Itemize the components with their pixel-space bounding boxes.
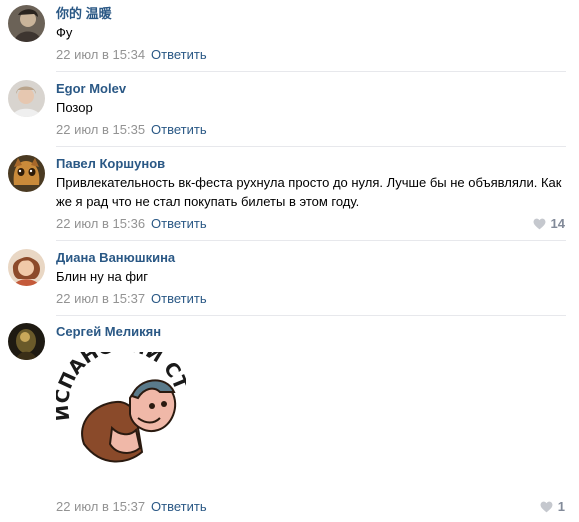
like-button[interactable]: 14 [533,216,565,232]
reply-button[interactable]: Ответить [151,499,207,514]
like-button[interactable]: 1 [540,499,565,515]
comment-author[interactable]: 你的 温暖 [56,6,112,22]
comment-meta: 22 июл в 15:35 Ответить [56,122,207,138]
sticker-image[interactable]: ИСПАНСКИЙ СТЫД [46,334,192,487]
like-count: 1 [557,499,565,514]
avatar[interactable] [8,249,45,286]
comment-date[interactable]: 22 июл в 15:34 [56,47,145,62]
comment-text: Блин ну на фиг [56,269,149,284]
reply-button[interactable]: Ответить [151,47,207,62]
comment-text: Позор [56,100,93,115]
comment-meta: 22 июл в 15:36 Ответить [56,216,207,232]
comment-date[interactable]: 22 июл в 15:36 [56,216,145,231]
separator [56,315,566,316]
heart-icon [533,218,545,230]
comment-text: Фу [56,25,73,40]
reply-button[interactable]: Ответить [151,216,207,231]
comment-date[interactable]: 22 июл в 15:37 [56,291,145,306]
comment-author[interactable]: Сергей Меликян [56,324,161,340]
comment-author[interactable]: Egor Molev [56,81,126,97]
avatar[interactable] [8,5,45,42]
separator [56,71,566,72]
like-count: 14 [550,216,565,231]
comment-meta: 22 июл в 15:34 Ответить [56,47,207,63]
comment-meta: 22 июл в 15:37 Ответить [56,499,207,515]
avatar[interactable] [8,155,45,192]
comment-text: Привлекательность вк-феста рухнула прост… [56,175,562,209]
separator [56,240,566,241]
comment-date[interactable]: 22 июл в 15:37 [56,499,145,514]
separator [56,146,566,147]
comment-date[interactable]: 22 июл в 15:35 [56,122,145,137]
comment-author[interactable]: Павел Коршунов [56,156,165,172]
avatar[interactable] [8,80,45,117]
reply-button[interactable]: Ответить [151,122,207,137]
comment-author[interactable]: Диана Ванюшкина [56,250,175,266]
heart-icon [540,501,553,513]
comment-meta: 22 июл в 15:37 Ответить [56,291,207,307]
avatar[interactable] [8,323,45,360]
reply-button[interactable]: Ответить [151,291,207,306]
